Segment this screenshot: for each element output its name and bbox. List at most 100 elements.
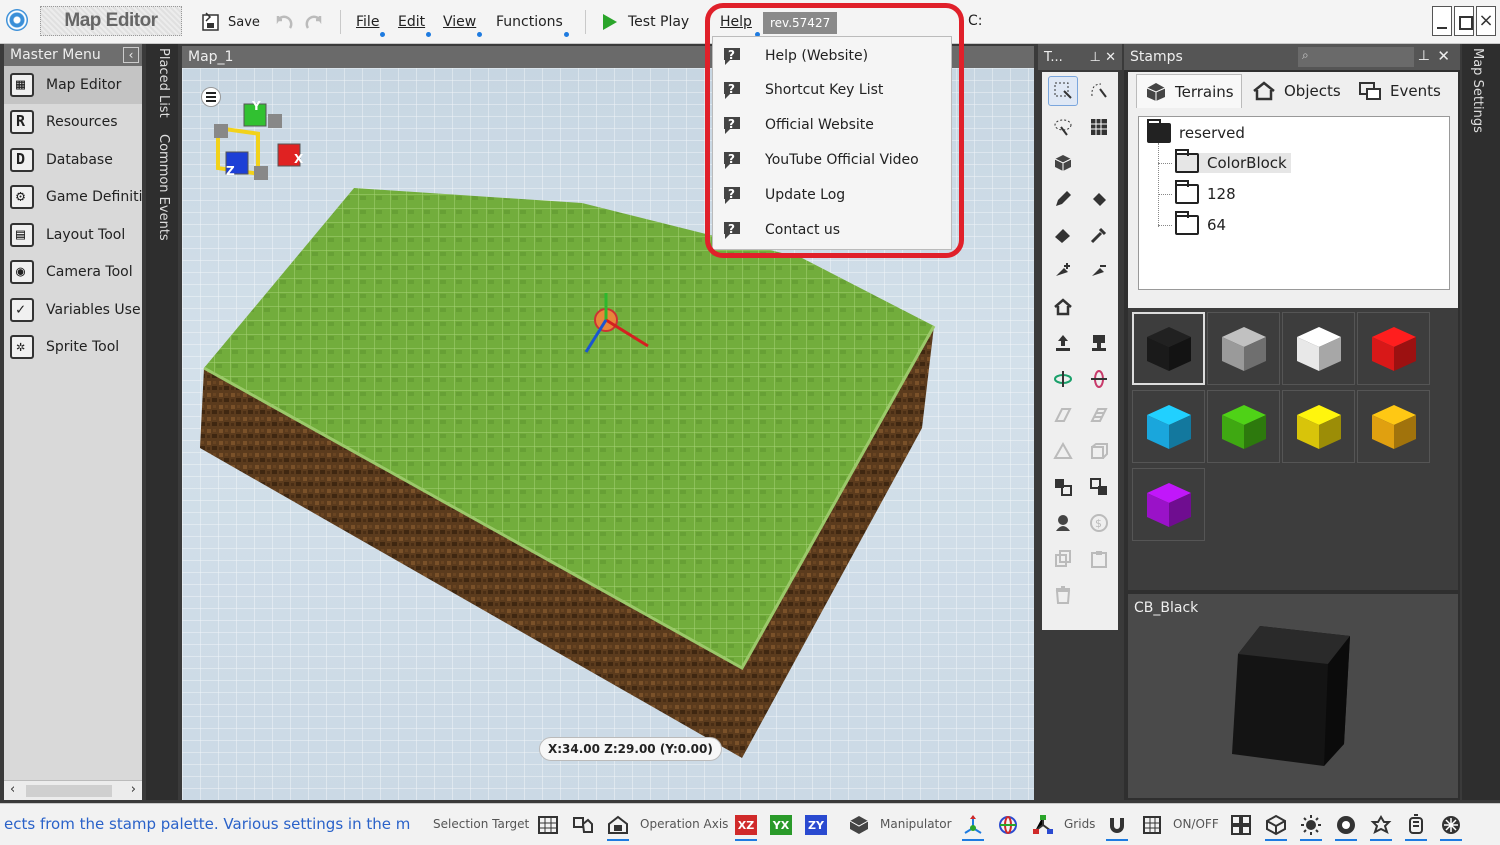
upload-tool[interactable] [1048, 328, 1078, 358]
building-target-icon[interactable] [607, 814, 629, 836]
tab-terrains[interactable]: Terrains [1136, 74, 1242, 108]
color-block-swatch[interactable] [1132, 390, 1205, 463]
master-item-game-definitions[interactable]: ⚙ Game Definiti [4, 179, 142, 217]
master-item-variables-use[interactable]: ✓ Variables Use [4, 291, 142, 329]
horizontal-scrollbar[interactable]: ‹ › [4, 780, 142, 800]
minimize-button[interactable] [1432, 6, 1452, 36]
house-tool[interactable] [1048, 292, 1078, 322]
cube-tool[interactable] [1048, 148, 1078, 178]
scrollbar-thumb[interactable] [26, 785, 112, 797]
eraser-tool[interactable] [1048, 220, 1078, 250]
manipulator-icon[interactable] [848, 814, 870, 836]
save-button[interactable]: Save [200, 6, 260, 38]
menu-help[interactable]: Help [720, 6, 760, 38]
scroll-left-arrow[interactable]: ‹ [10, 782, 15, 797]
menu-edit[interactable]: Edit [398, 6, 432, 38]
color-block-swatch[interactable] [1357, 312, 1430, 385]
rotate-horizontal-tool[interactable] [1048, 364, 1078, 394]
scroll-right-arrow[interactable]: › [131, 782, 136, 797]
rect-select-tool[interactable] [1048, 76, 1078, 106]
menu-functions[interactable]: Functions [496, 6, 569, 38]
sprite-icon[interactable] [1370, 814, 1392, 836]
raise-tool[interactable] [1048, 256, 1078, 286]
test-play-button[interactable]: Test Play [600, 6, 689, 38]
stamps-search-input[interactable]: ⌕ [1298, 47, 1414, 67]
box-tool[interactable] [1084, 436, 1114, 466]
move-gizmo-icon[interactable] [962, 814, 984, 836]
grid-target-icon[interactable] [537, 814, 559, 836]
color-block-swatch[interactable] [1282, 312, 1355, 385]
clipboard-tool[interactable] [1084, 544, 1114, 574]
rotate-gizmo-icon[interactable] [997, 814, 1019, 836]
tab-common-events[interactable]: Common Events [156, 134, 171, 241]
stairs-tool[interactable] [1084, 400, 1114, 430]
color-block-swatch[interactable] [1207, 390, 1280, 463]
tree-item-colorblock[interactable]: ColorBlock [1175, 149, 1291, 173]
lighting-icon[interactable] [1300, 814, 1322, 836]
color-block-swatch[interactable] [1207, 312, 1280, 385]
menu-file[interactable]: File [356, 6, 386, 38]
tab-placed-list[interactable]: Placed List [156, 48, 171, 118]
master-item-map-editor[interactable]: ▦ Map Editor [4, 66, 142, 104]
viewport-menu-icon[interactable] [201, 87, 221, 107]
map-settings-tab[interactable]: Map Settings [1462, 44, 1500, 800]
free-select-tool[interactable] [1048, 112, 1078, 142]
undo-button[interactable] [272, 6, 296, 38]
tab-objects[interactable]: Objects [1246, 74, 1341, 108]
menu-item-shortcut-keys[interactable]: ? Shortcut Key List [713, 73, 951, 107]
camera-lens-icon[interactable] [1335, 814, 1357, 836]
object-target-icon[interactable] [572, 814, 594, 836]
maximize-button[interactable] [1454, 6, 1474, 36]
menu-item-update-log[interactable]: ? Update Log [713, 178, 951, 212]
menu-item-youtube-video[interactable]: ? YouTube Official Video [713, 143, 951, 177]
pencil-tool[interactable] [1048, 184, 1078, 214]
menu-view[interactable]: View [443, 6, 483, 38]
close-button[interactable]: × [1476, 6, 1496, 36]
rotate-vertical-tool[interactable] [1084, 364, 1114, 394]
map-tab-title[interactable]: Map_1 [188, 49, 233, 65]
wireframe-cube-icon[interactable] [1265, 814, 1287, 836]
lantern-icon[interactable] [1405, 814, 1427, 836]
pin-icon[interactable]: ⊥ [1418, 48, 1430, 64]
close-panel-icon[interactable]: ✕ [1437, 47, 1450, 65]
axis-yx-button[interactable]: YX [770, 815, 792, 835]
master-item-database[interactable]: D Database [4, 141, 142, 179]
axis-zy-button[interactable]: ZY [805, 815, 827, 835]
coin-tool[interactable]: $ [1084, 508, 1114, 538]
tab-events[interactable]: Events [1354, 74, 1441, 108]
particle-icon[interactable] [1440, 814, 1462, 836]
collapse-panel-button[interactable]: ‹ [123, 47, 139, 63]
move-tool[interactable] [1084, 472, 1114, 502]
color-block-swatch[interactable] [1282, 390, 1355, 463]
delete-tool[interactable] [1048, 580, 1078, 610]
menu-item-help-website[interactable]: ? Help (Website) [713, 39, 951, 73]
character-tool[interactable] [1048, 508, 1078, 538]
master-item-resources[interactable]: R Resources [4, 104, 142, 142]
menu-item-official-website[interactable]: ? Official Website [713, 108, 951, 142]
lower-tool[interactable] [1084, 256, 1114, 286]
tree-item-128[interactable]: 128 [1175, 180, 1236, 204]
paint-tool[interactable] [1084, 184, 1114, 214]
stamp-tool[interactable] [1084, 328, 1114, 358]
axis-xz-button[interactable]: XZ [735, 815, 757, 835]
master-item-sprite-tool[interactable]: ✲ Sprite Tool [4, 329, 142, 367]
pin-icon[interactable]: ⊥ ✕ [1090, 50, 1116, 65]
tree-item-64[interactable]: 64 [1175, 211, 1226, 235]
grid-display-icon[interactable] [1230, 814, 1252, 836]
grid-toggle-icon[interactable] [1141, 814, 1163, 836]
eyedropper-tool[interactable] [1084, 220, 1114, 250]
master-item-camera-tool[interactable]: ◉ Camera Tool [4, 254, 142, 292]
tree-item-reserved[interactable]: reserved [1147, 119, 1245, 143]
color-block-swatch[interactable] [1132, 312, 1205, 385]
duplicate-tool[interactable] [1048, 544, 1078, 574]
slope-tool[interactable] [1048, 400, 1078, 430]
magnet-icon[interactable] [1106, 814, 1128, 836]
grid-select-tool[interactable] [1084, 112, 1114, 142]
menu-item-contact-us[interactable]: ? Contact us [713, 213, 951, 247]
triangle-tool[interactable] [1048, 436, 1078, 466]
master-item-layout-tool[interactable]: ▤ Layout Tool [4, 216, 142, 254]
scale-gizmo-icon[interactable] [1032, 814, 1054, 836]
color-block-swatch[interactable] [1132, 468, 1205, 541]
copy-tool[interactable] [1048, 472, 1078, 502]
color-block-swatch[interactable] [1357, 390, 1430, 463]
